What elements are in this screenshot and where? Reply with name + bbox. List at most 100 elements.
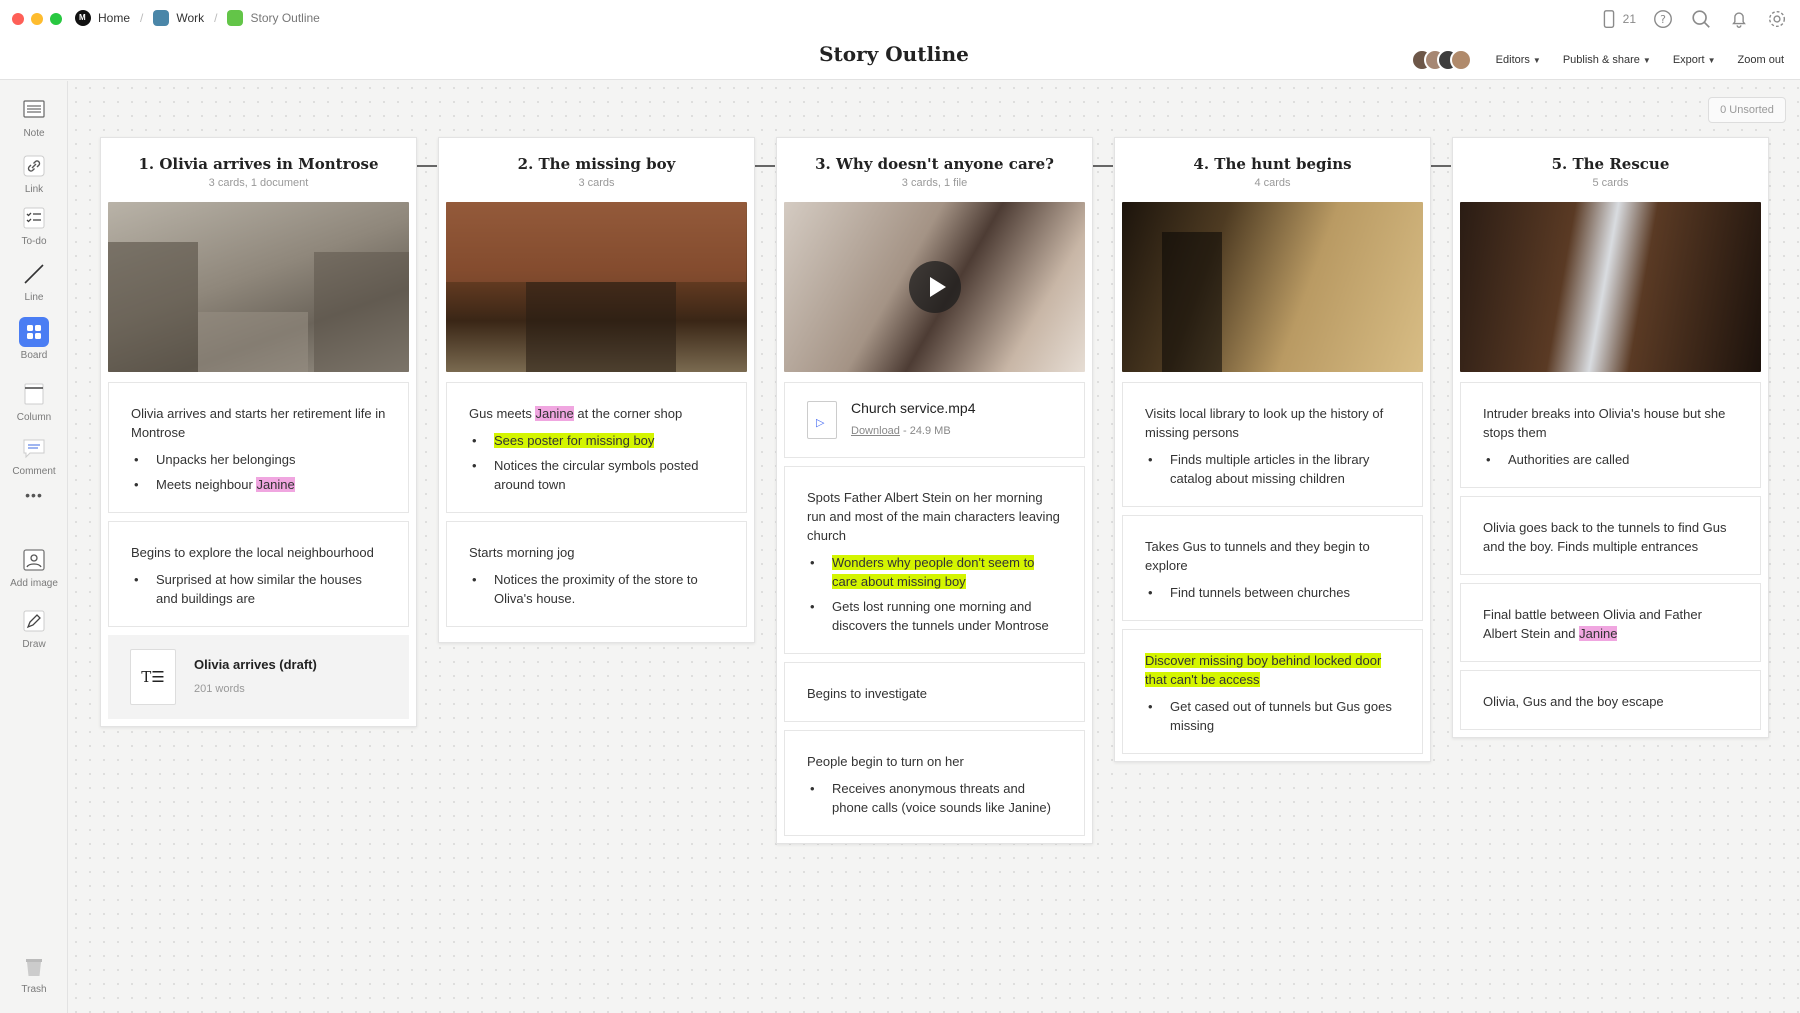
tool-label: Note bbox=[23, 128, 45, 139]
card[interactable]: Olivia goes back to the tunnels to find … bbox=[1460, 496, 1761, 575]
card[interactable]: Begins to investigate bbox=[784, 662, 1085, 722]
bell-icon bbox=[1732, 12, 1746, 28]
breadcrumb-home[interactable]: Home bbox=[75, 10, 130, 26]
column-image[interactable] bbox=[1122, 202, 1423, 372]
card-text: Spots Father Albert Stein on her morning… bbox=[807, 490, 1060, 543]
file-card[interactable]: Church service.mp4 Download - 24.9 MB bbox=[784, 382, 1085, 458]
mention-highlight: Janine bbox=[535, 406, 574, 421]
settings-button[interactable] bbox=[1766, 8, 1788, 30]
unsorted-button[interactable]: 0 Unsorted bbox=[1708, 97, 1786, 123]
todo-tool[interactable]: To-do bbox=[0, 203, 68, 247]
card[interactable]: Olivia, Gus and the boy escape bbox=[1460, 670, 1761, 730]
column-connector bbox=[417, 165, 437, 167]
zoom-out-button[interactable]: Zoom out bbox=[1738, 54, 1784, 66]
card[interactable]: Begins to explore the local neighbourhoo… bbox=[108, 521, 409, 627]
list-item: Surprised at how similar the houses and … bbox=[131, 570, 386, 608]
highlighted-text: Wonders why people don't seem to care ab… bbox=[832, 555, 1035, 589]
bullet-list: Receives anonymous threats and phone cal… bbox=[807, 779, 1062, 817]
close-window-button[interactable] bbox=[12, 13, 24, 25]
column-5[interactable]: 5. The Rescue 5 cards Intruder breaks in… bbox=[1452, 137, 1769, 738]
note-tool[interactable]: Note bbox=[0, 95, 68, 139]
draw-tool[interactable]: Draw bbox=[0, 606, 68, 650]
list-item: Authorities are called bbox=[1483, 450, 1738, 469]
search-button[interactable] bbox=[1690, 8, 1712, 30]
help-button[interactable]: ? bbox=[1652, 8, 1674, 30]
editors-label: Editors bbox=[1495, 54, 1530, 66]
card[interactable]: Starts morning jog Notices the proximity… bbox=[446, 521, 747, 627]
document-card[interactable]: T☰ Olivia arrives (draft) 201 words bbox=[108, 635, 409, 719]
bullet-list: Find tunnels between churches bbox=[1145, 583, 1400, 602]
editors-dropdown[interactable]: Editors ▼ bbox=[1496, 54, 1541, 66]
card-text: Begins to investigate bbox=[807, 686, 927, 701]
column-2[interactable]: 2. The missing boy 3 cards Gus meets Jan… bbox=[438, 137, 755, 643]
card-text: Gus meets Janine at the corner shop bbox=[469, 404, 724, 423]
column-image[interactable] bbox=[446, 202, 747, 372]
card[interactable]: People begin to turn on her Receives ano… bbox=[784, 730, 1085, 836]
video-thumbnail[interactable] bbox=[784, 202, 1085, 372]
devices-button[interactable]: 21 bbox=[1598, 8, 1636, 30]
column-tool[interactable]: Column bbox=[0, 379, 68, 423]
bullet-list: Sees poster for missing boy Notices the … bbox=[469, 431, 724, 494]
tool-label: Column bbox=[16, 412, 52, 423]
bullet-list: Notices the proximity of the store to Ol… bbox=[469, 570, 724, 608]
add-image-tool[interactable]: Add image bbox=[0, 545, 68, 589]
column-title[interactable]: 5. The Rescue bbox=[1460, 155, 1761, 173]
link-tool[interactable]: Link bbox=[0, 151, 68, 195]
card-text: Visits local library to look up the hist… bbox=[1145, 406, 1384, 440]
column-subtitle: 4 cards bbox=[1254, 177, 1291, 189]
column-title[interactable]: 4. The hunt begins bbox=[1122, 155, 1423, 173]
document-word-count: 201 words bbox=[194, 683, 245, 695]
column-4[interactable]: 4. The hunt begins 4 cards Visits local … bbox=[1114, 137, 1431, 762]
export-dropdown[interactable]: Export ▼ bbox=[1673, 54, 1716, 66]
collaborator-avatars[interactable] bbox=[1410, 49, 1472, 71]
card[interactable]: Intruder breaks into Olivia's house but … bbox=[1460, 382, 1761, 488]
board-canvas[interactable]: 0 Unsorted 1. Olivia arrives in Montrose… bbox=[69, 81, 1800, 1013]
card[interactable]: Final battle between Olivia and Father A… bbox=[1460, 583, 1761, 662]
column-title[interactable]: 1. Olivia arrives in Montrose bbox=[108, 155, 409, 173]
list-item: Meets neighbour Janine bbox=[131, 475, 386, 494]
list-item: Finds multiple articles in the library c… bbox=[1145, 450, 1400, 488]
link-icon bbox=[23, 155, 45, 177]
card[interactable]: Discover missing boy behind locked door … bbox=[1122, 629, 1423, 754]
mention-highlight: Janine bbox=[256, 477, 295, 492]
trash-button[interactable]: Trash bbox=[0, 951, 68, 995]
comment-tool[interactable]: Comment bbox=[0, 433, 68, 477]
download-link[interactable]: Download bbox=[851, 425, 900, 437]
column-title[interactable]: 3. Why doesn't anyone care? bbox=[784, 155, 1085, 173]
maximize-window-button[interactable] bbox=[50, 13, 62, 25]
notifications-button[interactable] bbox=[1728, 8, 1750, 30]
card-text: Olivia arrives and starts her retirement… bbox=[131, 406, 386, 440]
card[interactable]: Spots Father Albert Stein on her morning… bbox=[784, 466, 1085, 654]
zoom-label: Zoom out bbox=[1737, 54, 1784, 66]
home-icon bbox=[75, 10, 91, 26]
line-tool[interactable]: Line bbox=[0, 259, 68, 303]
board-tool[interactable]: Board bbox=[0, 317, 68, 361]
phone-icon bbox=[1603, 10, 1614, 28]
column-image[interactable] bbox=[1460, 202, 1761, 372]
list-item: Find tunnels between churches bbox=[1145, 583, 1400, 602]
search-icon bbox=[1692, 10, 1710, 28]
breadcrumb-work[interactable]: Work bbox=[153, 10, 204, 26]
publish-share-dropdown[interactable]: Publish & share ▼ bbox=[1563, 54, 1651, 66]
checklist-icon bbox=[23, 207, 45, 229]
more-tools-button[interactable]: ••• bbox=[0, 487, 68, 503]
play-icon[interactable] bbox=[908, 261, 961, 313]
trash-icon bbox=[26, 959, 42, 976]
breadcrumb-separator: / bbox=[214, 11, 218, 25]
card[interactable]: Visits local library to look up the hist… bbox=[1122, 382, 1423, 507]
card[interactable]: Olivia arrives and starts her retirement… bbox=[108, 382, 409, 513]
tool-sidebar: Note Link To-do Line Board Column Commen… bbox=[0, 81, 68, 1013]
more-icon: ••• bbox=[25, 487, 43, 503]
column-image[interactable] bbox=[108, 202, 409, 372]
minimize-window-button[interactable] bbox=[31, 13, 43, 25]
gear-icon bbox=[1768, 10, 1786, 28]
column-3[interactable]: 3. Why doesn't anyone care? 3 cards, 1 f… bbox=[776, 137, 1093, 844]
tool-label: Link bbox=[24, 184, 44, 195]
top-bar: Home / Work / Story Outline 21 ? Story bbox=[0, 0, 1800, 80]
column-title[interactable]: 2. The missing boy bbox=[446, 155, 747, 173]
window-controls bbox=[12, 13, 62, 25]
card[interactable]: Takes Gus to tunnels and they begin to e… bbox=[1122, 515, 1423, 621]
column-1[interactable]: 1. Olivia arrives in Montrose 3 cards, 1… bbox=[100, 137, 417, 727]
breadcrumb-story-outline[interactable]: Story Outline bbox=[227, 10, 320, 26]
card[interactable]: Gus meets Janine at the corner shop Sees… bbox=[446, 382, 747, 513]
